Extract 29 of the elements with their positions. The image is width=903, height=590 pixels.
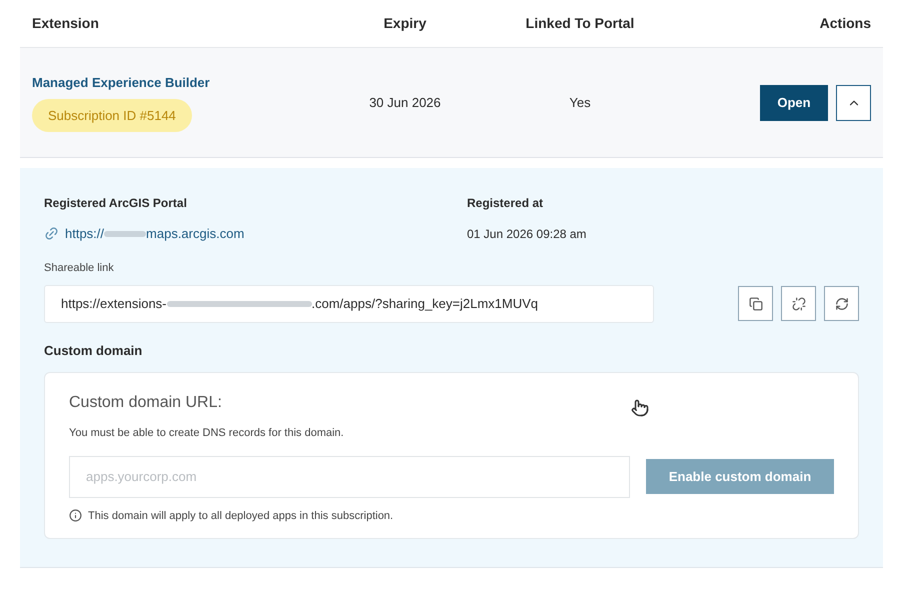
unlink-button[interactable] [781, 286, 816, 321]
refresh-icon [834, 296, 848, 310]
hint-text: You must be able to create DNS records for this domain. [69, 426, 345, 441]
card-heading: Custom domain URL: [69, 393, 222, 413]
domain-input-field[interactable]: apps.yourcorp.com [69, 456, 630, 498]
field-label: Registered ArcGIS Portal [44, 195, 188, 212]
copy-button[interactable] [738, 286, 773, 321]
broken-link-icon [792, 296, 806, 310]
collapse-button[interactable] [836, 84, 871, 120]
share-link-field[interactable]: https://extensions- .com/apps/?sharing_key=j2Lmx1MUVq [44, 284, 654, 322]
note-text: This domain will apply to all deployed apps in this subscription. [88, 508, 394, 524]
registered-date: 01 Jun 2026 09:28 am [467, 226, 586, 243]
copy-icon [748, 296, 762, 310]
column-header: Linked To Portal [524, 14, 636, 33]
table-cell-text: 30 Jun 2026 [368, 94, 442, 112]
subscription-badge: Subscription ID #5144 [32, 98, 192, 132]
info-icon [69, 509, 82, 522]
open-button[interactable]: Open [760, 84, 828, 120]
table-cell-text: Yes [568, 94, 592, 112]
field-label: Shareable link [44, 261, 115, 276]
hand-cursor-icon [631, 399, 649, 417]
portal-link[interactable]: https:// maps.arcgis.com [65, 224, 244, 244]
column-header: Extension [31, 14, 100, 33]
column-header: Expiry [382, 14, 428, 33]
extension-name[interactable]: Managed Experience Builder [32, 73, 210, 92]
section-title: Custom domain [44, 342, 144, 360]
field-label: Registered at [467, 195, 544, 212]
column-header: Actions [818, 14, 872, 33]
refresh-button[interactable] [824, 286, 859, 321]
